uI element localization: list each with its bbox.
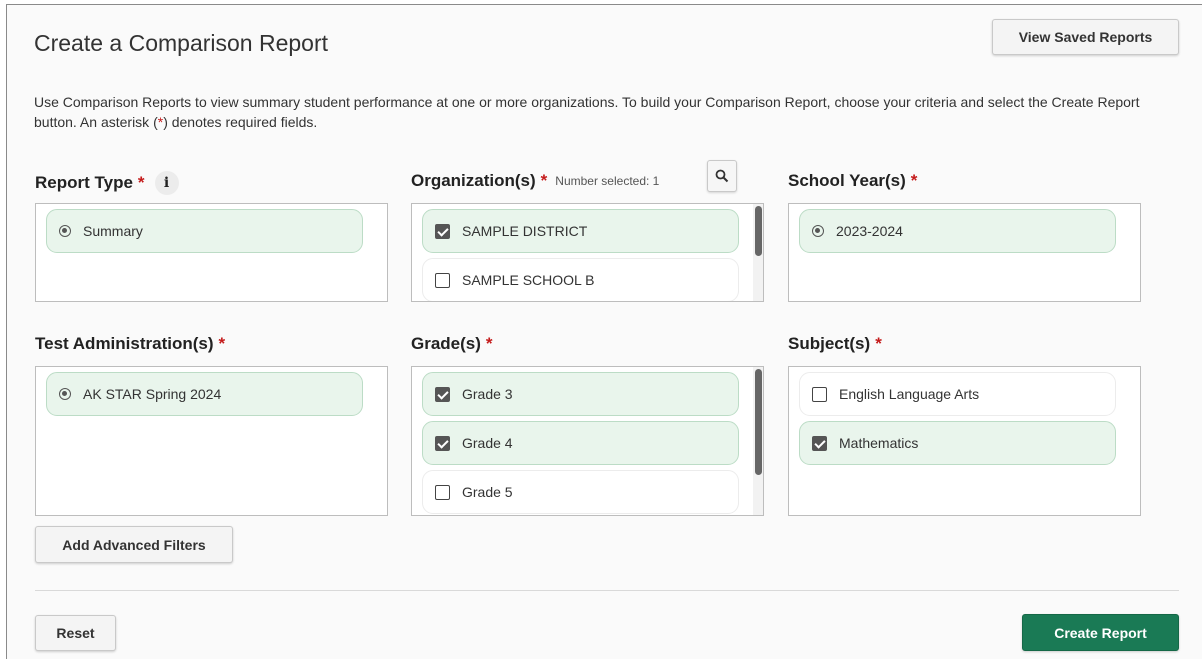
grade-option-4[interactable]: Grade 4 [422,421,739,465]
grades-label: Grade(s) * [411,334,493,353]
organization-option-sample-school-b[interactable]: SAMPLE SCHOOL B [422,258,739,301]
info-icon[interactable]: i [154,171,179,195]
grades-list: Grade 3 Grade 4 Grade 5 [411,366,764,516]
organization-option-sample-district[interactable]: SAMPLE DISTRICT [422,209,739,253]
checkbox-checked-icon [812,435,827,451]
radio-selected-icon [59,388,71,400]
create-report-button[interactable]: Create Report [1022,614,1179,651]
organizations-scrollbar[interactable] [753,204,763,301]
page-title: Create a Comparison Report [34,30,329,56]
scrollbar-thumb[interactable] [755,206,762,256]
test-admin-option-ak-star-spring-2024[interactable]: AK STAR Spring 2024 [46,372,363,416]
subjects-list: English Language Arts Mathematics [788,366,1141,516]
test-admin-list: AK STAR Spring 2024 [35,366,388,516]
report-type-label: Report Type * i [35,171,179,195]
organizations-list: SAMPLE DISTRICT SAMPLE SCHOOL B [411,203,764,302]
reset-button[interactable]: Reset [35,615,116,651]
checkbox-unchecked-icon [435,484,450,500]
footer-divider [35,590,1179,591]
organization-search-button[interactable] [707,160,737,192]
page-description: Use Comparison Reports to view summary s… [34,94,1140,130]
checkbox-unchecked-icon [435,272,450,288]
subjects-label: Subject(s) * [788,334,882,353]
school-year-label: School Year(s) * [788,171,918,190]
scrollbar-thumb[interactable] [755,369,762,475]
test-admin-label: Test Administration(s) * [35,334,226,353]
view-saved-reports-button[interactable]: View Saved Reports [992,19,1179,55]
number-selected-text: Number selected: 1 [555,174,660,188]
add-advanced-filters-button[interactable]: Add Advanced Filters [35,526,233,563]
subject-option-mathematics[interactable]: Mathematics [799,421,1116,465]
checkbox-checked-icon [435,386,450,402]
subject-option-english-language-arts[interactable]: English Language Arts [799,372,1116,416]
checkbox-unchecked-icon [812,386,827,402]
search-icon [715,169,729,183]
radio-selected-icon [812,225,824,237]
school-year-option-2023-2024[interactable]: 2023-2024 [799,209,1116,253]
grade-option-5[interactable]: Grade 5 [422,470,739,514]
grades-scrollbar[interactable] [753,367,763,515]
report-type-list: Summary [35,203,388,302]
radio-selected-icon [59,225,71,237]
school-year-list: 2023-2024 [788,203,1141,302]
checkbox-checked-icon [435,223,450,239]
grade-option-3[interactable]: Grade 3 [422,372,739,416]
report-type-option-summary[interactable]: Summary [46,209,363,253]
organizations-label: Organization(s) * Number selected: 1 [411,171,660,190]
checkbox-checked-icon [435,435,450,451]
